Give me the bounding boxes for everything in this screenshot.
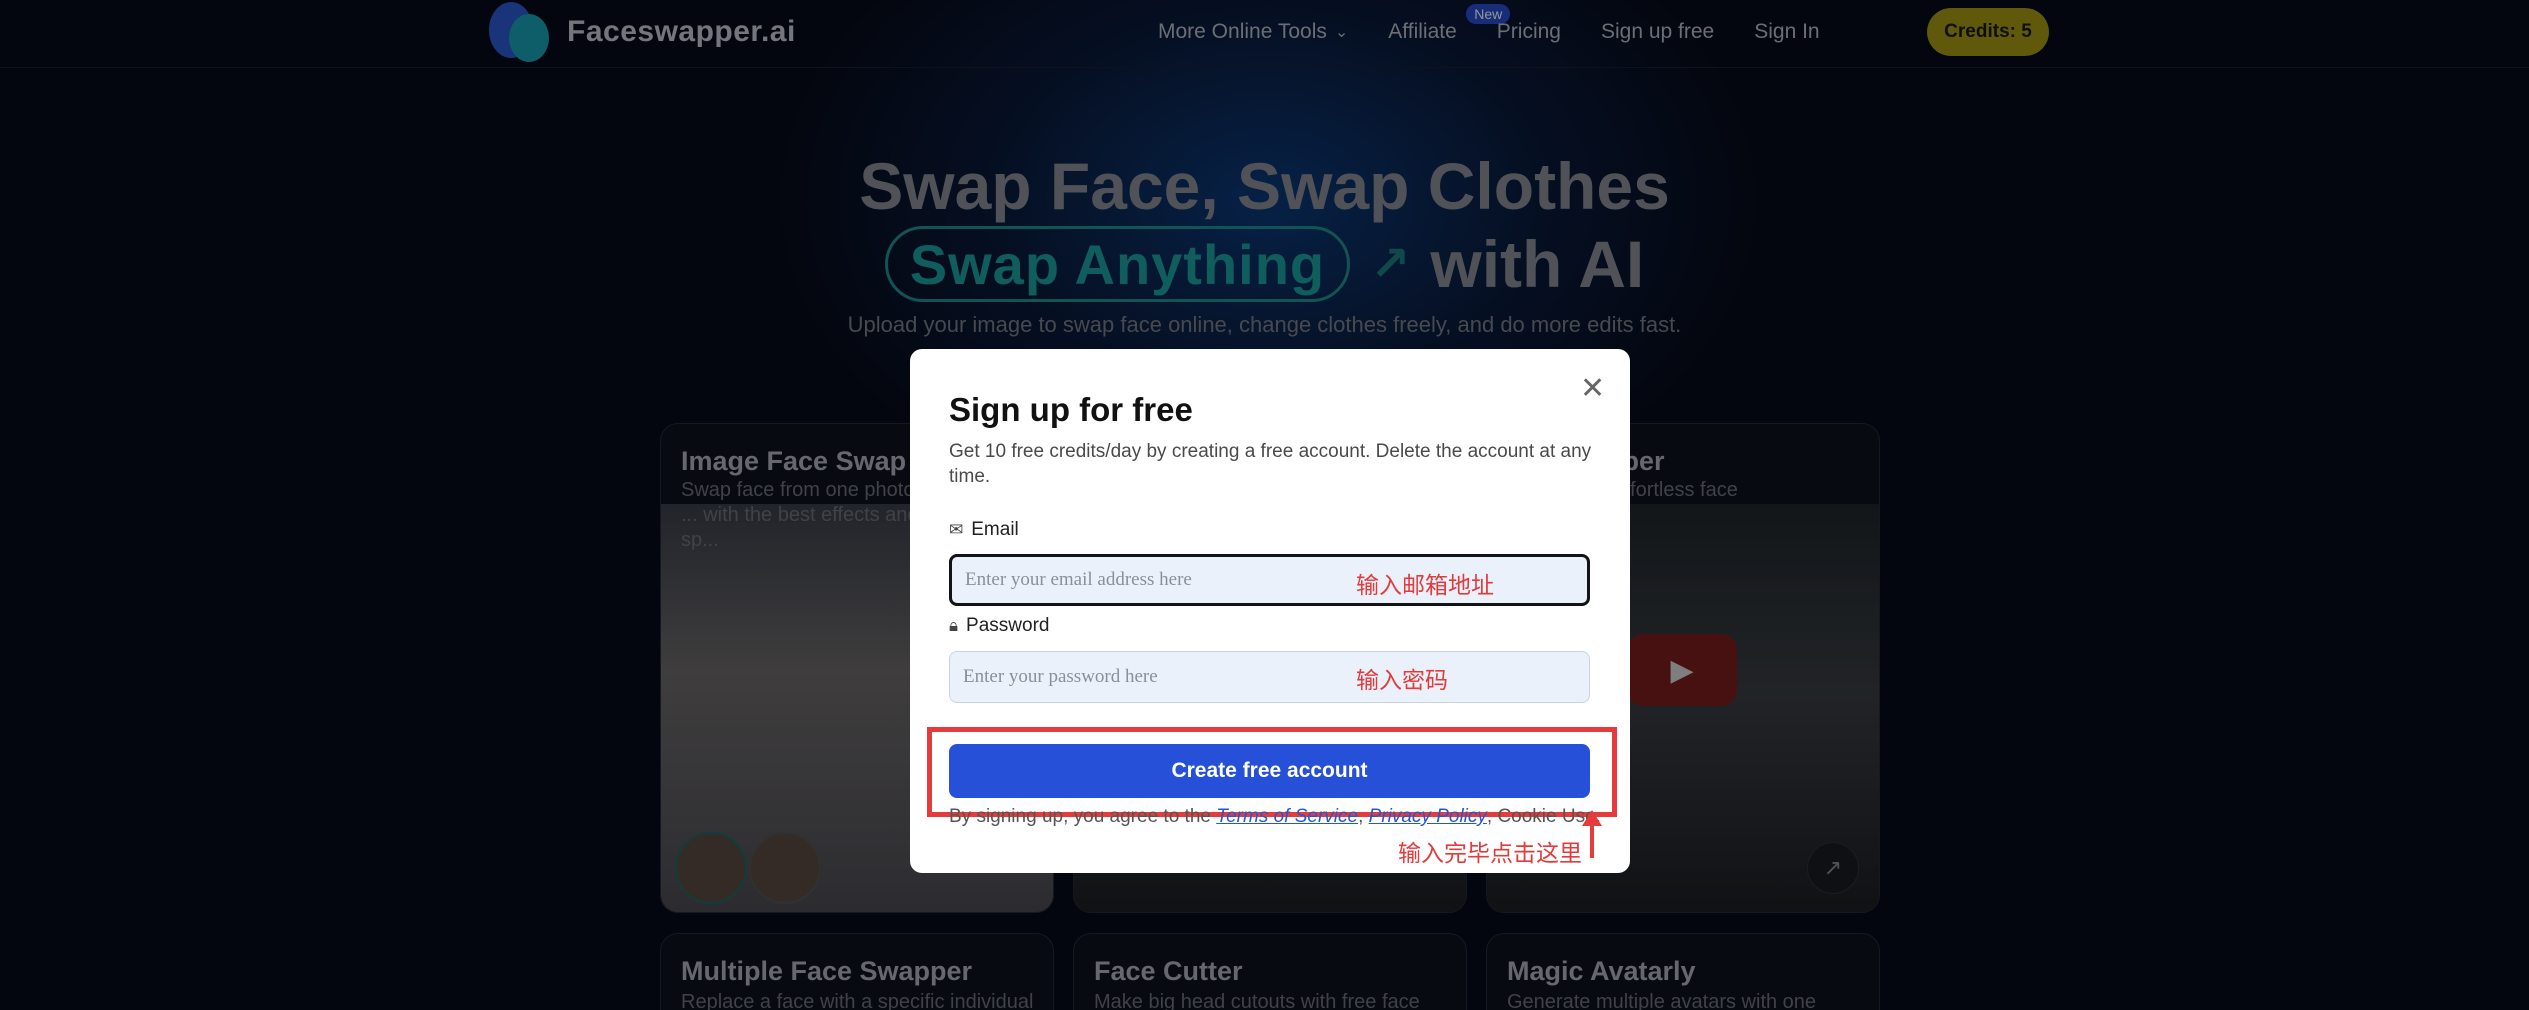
modal-description: Get 10 free credits/day by creating a fr…: [949, 441, 1592, 487]
password-annotation: 输入密码: [1356, 668, 1448, 694]
password-placeholder: Enter your password here: [963, 666, 1158, 687]
page: Faceswapper.ai More Online Tools ⌄ Affil…: [0, 0, 2529, 1010]
create-account-button[interactable]: Create free account: [949, 744, 1590, 798]
legal-text: By signing up, you agree to the Terms of…: [949, 806, 1601, 828]
email-placeholder: Enter your email address here: [965, 569, 1192, 590]
mail-icon: ✉: [949, 520, 964, 539]
privacy-link[interactable]: Privacy Policy: [1369, 806, 1487, 827]
modal-title: Sign up for free: [949, 391, 1193, 428]
close-icon[interactable]: ✕: [1580, 371, 1605, 406]
lock-icon: 🔒︎: [949, 616, 959, 635]
up-arrow-icon: [1582, 810, 1602, 858]
cta-annotation: 输入完毕点击这里: [1398, 841, 1582, 867]
legal-prefix: By signing up, you agree to the: [949, 806, 1217, 827]
email-label: ✉ Email: [949, 519, 1019, 541]
password-label-text: Password: [966, 615, 1050, 636]
email-label-text: Email: [971, 519, 1019, 540]
password-label: 🔒︎ Password: [949, 615, 1049, 637]
email-annotation: 输入邮箱地址: [1356, 573, 1494, 599]
legal-sep: ,: [1358, 806, 1369, 827]
signup-modal: Sign up for free ✕ Get 10 free credits/d…: [910, 349, 1630, 873]
terms-link[interactable]: Terms of Service: [1216, 806, 1358, 827]
password-field[interactable]: Enter your password here: [949, 651, 1590, 703]
